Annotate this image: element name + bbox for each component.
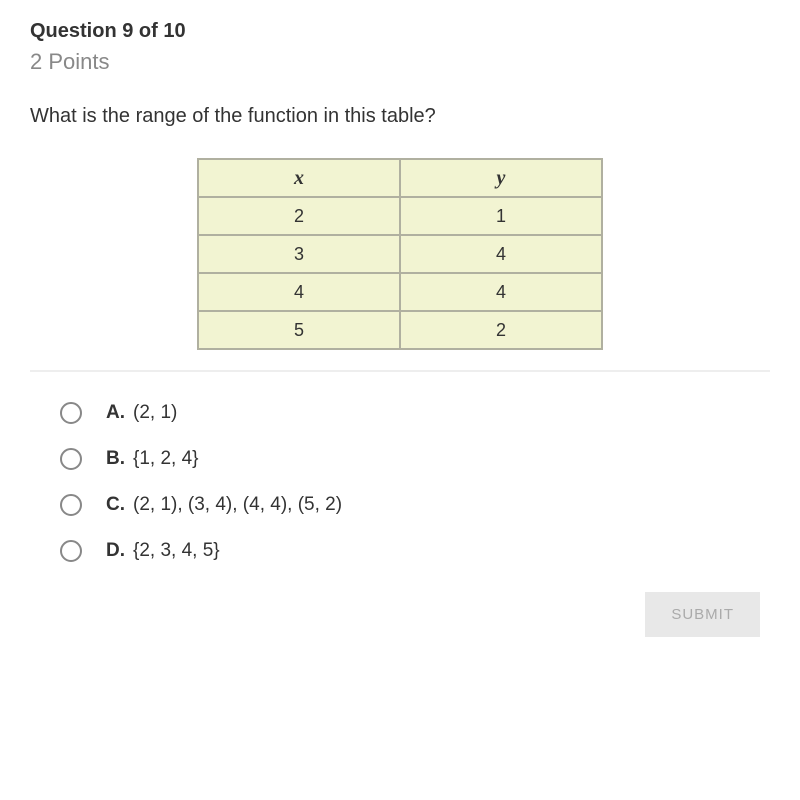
col-header-x: x — [199, 160, 399, 196]
table-row: 2 1 — [199, 198, 601, 234]
radio-icon — [60, 540, 82, 562]
option-text: (2, 1) — [133, 402, 177, 424]
option-text: {1, 2, 4} — [133, 448, 199, 470]
option-c[interactable]: C. (2, 1), (3, 4), (4, 4), (5, 2) — [60, 494, 770, 516]
submit-button[interactable]: SUBMIT — [645, 592, 760, 637]
cell-x: 5 — [199, 312, 399, 348]
table-row: 5 2 — [199, 312, 601, 348]
question-number: Question 9 of 10 — [30, 20, 770, 43]
question-text: What is the range of the function in thi… — [30, 105, 770, 128]
col-header-y: y — [401, 160, 601, 196]
option-text: (2, 1), (3, 4), (4, 4), (5, 2) — [133, 494, 342, 516]
table-row: 4 4 — [199, 274, 601, 310]
cell-x: 4 — [199, 274, 399, 310]
answer-options: A. (2, 1) B. {1, 2, 4} C. (2, 1), (3, 4)… — [30, 402, 770, 562]
option-text: {2, 3, 4, 5} — [133, 540, 220, 562]
divider — [30, 370, 770, 372]
table-row: 3 4 — [199, 236, 601, 272]
option-d[interactable]: D. {2, 3, 4, 5} — [60, 540, 770, 562]
radio-icon — [60, 448, 82, 470]
points-label: 2 Points — [30, 49, 770, 75]
cell-y: 4 — [401, 274, 601, 310]
option-key: C. — [106, 494, 125, 516]
option-b[interactable]: B. {1, 2, 4} — [60, 448, 770, 470]
option-key: D. — [106, 540, 125, 562]
data-table: x y 2 1 3 4 4 4 5 2 — [197, 158, 603, 350]
cell-y: 4 — [401, 236, 601, 272]
radio-icon — [60, 494, 82, 516]
table-header-row: x y — [199, 160, 601, 196]
cell-y: 2 — [401, 312, 601, 348]
option-a[interactable]: A. (2, 1) — [60, 402, 770, 424]
option-key: B. — [106, 448, 125, 470]
radio-icon — [60, 402, 82, 424]
cell-x: 3 — [199, 236, 399, 272]
cell-x: 2 — [199, 198, 399, 234]
option-key: A. — [106, 402, 125, 424]
data-table-wrap: x y 2 1 3 4 4 4 5 2 — [30, 158, 770, 350]
submit-row: SUBMIT — [30, 592, 770, 637]
cell-y: 1 — [401, 198, 601, 234]
